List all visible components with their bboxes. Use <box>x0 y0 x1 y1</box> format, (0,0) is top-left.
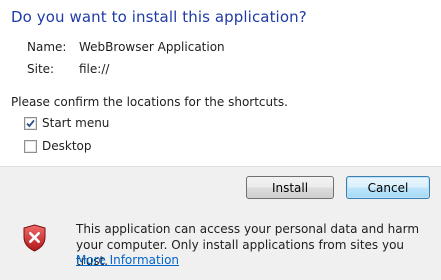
desktop-option[interactable]: Desktop <box>24 139 92 153</box>
start-menu-checkbox[interactable] <box>24 116 37 130</box>
more-information-link[interactable]: More Information <box>76 253 179 267</box>
cancel-button[interactable]: Cancel <box>346 176 430 199</box>
shortcuts-instruction: Please confirm the locations for the sho… <box>11 95 288 109</box>
start-menu-option[interactable]: Start menu <box>24 116 109 130</box>
site-label: Site: <box>27 62 55 76</box>
name-label: Name: <box>27 40 67 54</box>
desktop-checkbox[interactable] <box>24 139 37 153</box>
install-button[interactable]: Install <box>246 176 334 199</box>
desktop-label: Desktop <box>42 139 92 153</box>
dialog-title: Do you want to install this application? <box>11 8 307 26</box>
site-value: file:// <box>79 62 110 76</box>
start-menu-label: Start menu <box>42 116 110 130</box>
checkmark-icon <box>26 119 35 127</box>
name-value: WebBrowser Application <box>79 40 225 54</box>
shield-error-icon <box>23 224 46 252</box>
